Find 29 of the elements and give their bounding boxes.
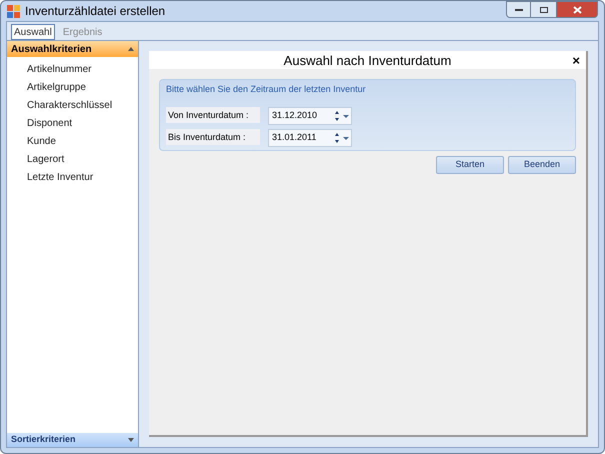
sidebar-item[interactable]: Lagerort [7, 152, 138, 165]
action-button[interactable]: Beenden [508, 156, 576, 174]
action-button[interactable]: Starten [436, 156, 504, 174]
field-label: Bis Inventurdatum : [166, 128, 260, 144]
sidebar-item[interactable]: Artikelnummer [7, 62, 138, 75]
sidebar-item[interactable]: Artikelgruppe [7, 80, 138, 93]
sidebar-item[interactable]: Kunde [7, 134, 138, 147]
sidebar-item[interactable]: Charakterschlüssel [7, 98, 138, 111]
window-title: Inventurzähldatei erstellen [25, 3, 166, 20]
sidebar-footer-label: Sortierkriterien [11, 433, 76, 446]
sidebar-header-label: Auswahlkriterien [11, 42, 92, 56]
close-icon [572, 6, 582, 14]
group-caption: Bitte wählen Sie den Zeitraum der letzten Inventur [166, 83, 367, 96]
panel-title: Auswahl nach Inventurdatum [284, 52, 452, 70]
sidebar-footer[interactable]: Sortierkriterien [7, 433, 138, 447]
sidebar-header[interactable]: Auswahlkriterien [7, 41, 138, 57]
field-label: Von Inventurdatum : [166, 106, 260, 122]
maximize-button[interactable] [531, 1, 556, 18]
app-icon [7, 4, 20, 18]
sidebar-item[interactable]: Disponent [7, 116, 138, 129]
spinner-icon[interactable] [333, 108, 341, 122]
spinner-icon[interactable] [333, 130, 341, 144]
tab[interactable]: Auswahl [11, 24, 55, 40]
close-button[interactable]: × [572, 52, 580, 69]
minimize-button[interactable] [506, 1, 531, 18]
date-field[interactable]: 31.01.2011 [268, 128, 352, 146]
sidebar-item[interactable]: Letzte Inventur [7, 170, 138, 183]
close-button[interactable] [556, 1, 598, 18]
date-field[interactable]: 31.12.2010 [268, 106, 352, 124]
